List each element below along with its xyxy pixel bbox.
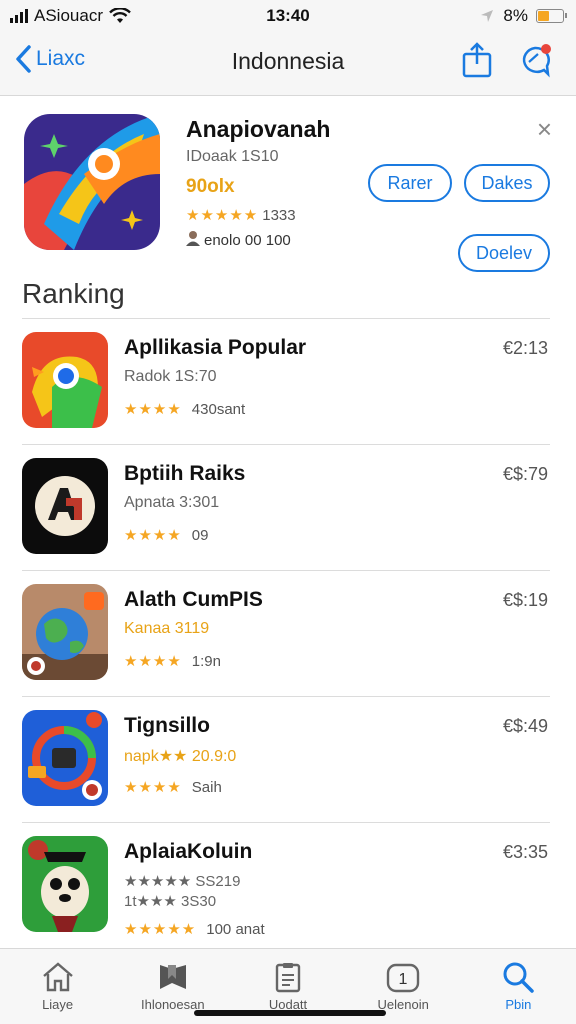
star-rating-icon: ★★★★	[124, 401, 182, 418]
ranking-list-item[interactable]: Tignsillo napk★★ 20.9:0 ★★★★ Saih €$:49	[0, 696, 576, 822]
status-bar: ASiouacr 13:40 8%	[0, 0, 576, 34]
tab-label: Pbin	[505, 997, 532, 1012]
star-rating-icon: ★★★★	[124, 653, 182, 670]
ranking-heading: Ranking	[22, 278, 125, 309]
app-name: Apllikasia Popular	[124, 336, 307, 359]
status-right: 8%	[479, 6, 567, 26]
featured-app-card[interactable]: Anapiovanah IDoaak 1S10 90olx ★★★★★ 1333…	[0, 96, 576, 272]
navigation-bar: Liaxc Indonnesia	[0, 34, 576, 96]
message-notification-icon[interactable]	[518, 42, 552, 78]
rating-text: 1:9n	[191, 652, 221, 670]
close-icon[interactable]: ×	[537, 116, 552, 142]
app-name: AplaiaKoluin	[124, 840, 253, 863]
rating-text: 430sant	[191, 400, 246, 418]
app-icon-dog	[22, 836, 108, 932]
badge-1-icon: 1	[387, 963, 420, 993]
location-icon	[481, 10, 494, 22]
app-price: €$:49	[502, 716, 548, 736]
app-rating: ★★★★ 430sant	[124, 400, 246, 419]
featured-app-price: 90olx	[186, 176, 235, 197]
app-icon-ring	[22, 710, 108, 806]
battery-icon	[536, 9, 567, 23]
clipboard-icon	[275, 963, 301, 993]
rating-text: 100 anat	[206, 920, 265, 938]
featured-app-meta: enolo 00 100	[186, 230, 291, 250]
battery-percent: 8%	[503, 6, 528, 25]
house-icon	[42, 962, 73, 992]
ranking-list-item[interactable]: AplaiaKoluin ★★★★★ SS219 1t★★★ 3S30 ★★★★…	[0, 822, 576, 948]
featured-app-icon[interactable]	[24, 114, 160, 250]
tab-label: Liaye	[42, 997, 74, 1012]
featured-app-title: Anapiovanah	[186, 116, 331, 142]
meta-text: enolo 00 100	[204, 231, 291, 249]
featured-app-rating: ★★★★★ 1333	[186, 206, 296, 225]
ranking-list-item[interactable]: Apllikasia Popular Radok 1S:70 ★★★★ 430s…	[0, 318, 576, 444]
app-name: Bptiih Raiks	[124, 462, 246, 485]
search-icon	[503, 962, 535, 993]
rating-text: Saih	[191, 778, 222, 796]
app-rating: ★★★★ 1:9n	[124, 652, 221, 671]
app-subtitle: Kanaa 3119	[124, 620, 210, 637]
battery-fill	[538, 11, 549, 21]
featured-app-subtitle: IDoaak 1S10	[186, 148, 279, 165]
rating-count: 1333	[262, 206, 296, 224]
app-subtitle: napk★★ 20.9:0	[124, 748, 237, 765]
app-name: Tignsillo	[124, 714, 210, 737]
app-price: €2:13	[502, 338, 548, 358]
featured-button-doelev[interactable]: Doelev	[458, 234, 550, 272]
star-rating-icon: ★★★★	[124, 527, 182, 544]
featured-button-dakes[interactable]: Dakes	[464, 164, 550, 202]
bookmark-stack-icon	[159, 965, 186, 989]
app-subtitle: Apnata 3:301	[124, 494, 220, 511]
badge-number: 1	[399, 971, 408, 988]
app-icon-monogram	[22, 458, 108, 554]
app-icon-globe	[22, 584, 108, 680]
featured-button-rarer[interactable]: Rarer	[368, 164, 452, 202]
app-price: €$:79	[502, 464, 548, 484]
home-indicator[interactable]	[194, 1010, 386, 1016]
app-subtitle-secondary: 1t★★★ 3S30	[124, 893, 217, 910]
star-rating-icon: ★★★★★	[124, 921, 197, 938]
app-icon-bird	[22, 332, 108, 428]
person-icon	[186, 230, 200, 250]
share-icon[interactable]	[460, 42, 494, 78]
tab-home[interactable]: Liaye	[0, 949, 115, 1024]
star-rating-icon: ★★★★	[124, 779, 182, 796]
star-rating-icon: ★★★★★	[186, 207, 259, 224]
app-rating: ★★★★ Saih	[124, 778, 222, 797]
app-price: €$:19	[502, 590, 548, 610]
rating-text: 09	[191, 526, 209, 544]
app-subtitle: ★★★★★ SS219	[124, 873, 241, 890]
app-rating: ★★★★★ 100 anat	[124, 920, 265, 939]
app-price: €3:35	[502, 842, 548, 862]
tab-label: Uelenoin	[377, 997, 429, 1012]
app-rating: ★★★★ 09	[124, 526, 209, 545]
app-name: Alath CumPIS	[124, 588, 263, 611]
tab-search[interactable]: Pbin	[461, 949, 576, 1024]
ranking-list-item[interactable]: Alath CumPIS Kanaa 3119 ★★★★ 1:9n €$:19	[0, 570, 576, 696]
ranking-list-item[interactable]: Bptiih Raiks Apnata 3:301 ★★★★ 09 €$:79	[0, 444, 576, 570]
app-subtitle: Radok 1S:70	[124, 368, 217, 385]
